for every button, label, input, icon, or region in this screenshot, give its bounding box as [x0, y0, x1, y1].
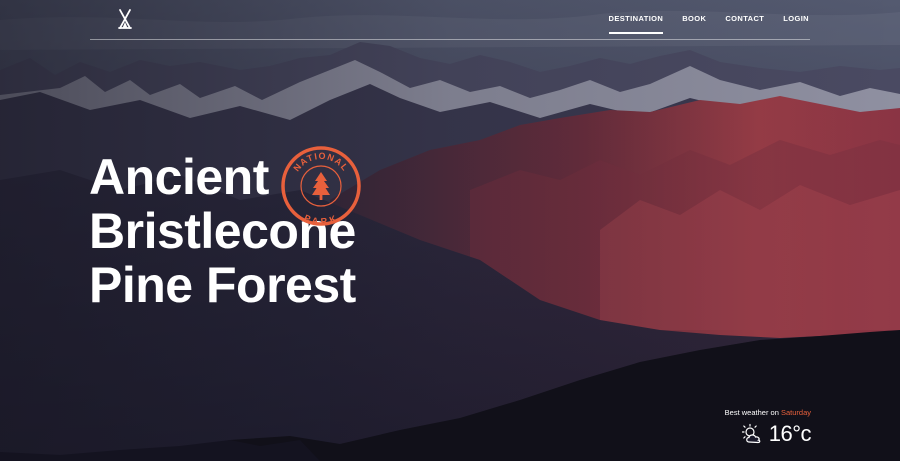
- nav-link-book[interactable]: BOOK: [682, 14, 706, 23]
- nav-link-destination[interactable]: DESTINATION: [608, 14, 664, 34]
- national-park-badge: NATIONAL PARK: [280, 145, 362, 227]
- weather-temperature: 16°c: [768, 421, 812, 446]
- hero-title-line-3: Pine Forest: [89, 257, 356, 313]
- nav-links: DESTINATION BOOK CONTACT LOGIN: [608, 14, 809, 34]
- top-navigation: DESTINATION BOOK CONTACT LOGIN: [0, 0, 900, 40]
- weather-label-text: Best weather on: [724, 408, 779, 417]
- weather-widget: Best weather on Saturday 16°c: [725, 408, 812, 447]
- weather-label: Best weather on Saturday: [725, 408, 811, 417]
- weather-reading: 16°c: [725, 421, 812, 447]
- nav-link-login[interactable]: LOGIN: [783, 14, 809, 23]
- tent-logo-icon[interactable]: [116, 8, 134, 30]
- weather-day: Saturday: [780, 408, 811, 417]
- pine-tree-icon: [312, 172, 330, 200]
- sun-cloud-icon: [741, 423, 761, 444]
- nav-link-contact[interactable]: CONTACT: [725, 14, 764, 23]
- nav-divider: [90, 39, 810, 40]
